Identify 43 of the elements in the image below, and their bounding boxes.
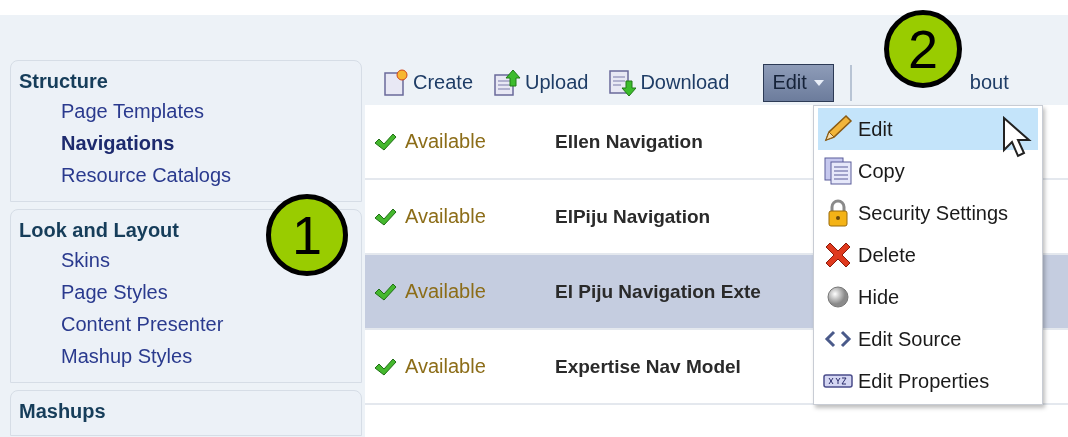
- checkmark-icon: [373, 281, 397, 302]
- sidebar-item[interactable]: Page Styles: [19, 276, 353, 308]
- download-icon: [608, 68, 637, 97]
- new-document-icon: [383, 68, 409, 97]
- menu-item[interactable]: Edit Properties: [818, 360, 1038, 402]
- menu-item[interactable]: Hide: [818, 276, 1038, 318]
- edit-menu-button[interactable]: Edit: [763, 63, 834, 102]
- menu-item-label: Edit Properties: [858, 369, 990, 393]
- menu-item-label: Hide: [858, 285, 900, 309]
- sidebar-item[interactable]: Content Presenter: [19, 308, 353, 340]
- toolbar-button[interactable]: Create: [379, 68, 484, 97]
- toolbar-button[interactable]: Upload: [489, 68, 599, 97]
- sidebar-item[interactable]: Resource Catalogs: [19, 159, 353, 191]
- sidebar-item[interactable]: Page Templates: [19, 95, 353, 127]
- navigation-name: Ellen Navigation: [555, 130, 703, 153]
- status-text: Available: [405, 205, 487, 228]
- sidebar-item[interactable]: Mashup Styles: [19, 340, 353, 372]
- menu-item[interactable]: Edit: [818, 108, 1038, 150]
- menu-item-label: Edit Source: [858, 327, 962, 351]
- navigation-name: El Piju Navigation Exte: [555, 280, 761, 303]
- section-heading[interactable]: Look and Layout: [19, 216, 179, 244]
- section-heading[interactable]: Structure: [19, 67, 108, 95]
- copy-icon: [822, 156, 854, 186]
- toolbar-button[interactable]: Download: [604, 68, 740, 97]
- navigation-name: Expertise Nav Model: [555, 355, 741, 378]
- toolbar-link[interactable]: bout: [969, 71, 1009, 94]
- caret-icon: [812, 78, 825, 87]
- section-heading[interactable]: Mashups: [19, 397, 106, 425]
- sidebar-item[interactable]: Navigations: [19, 127, 353, 159]
- mouse-pointer-icon: [1002, 116, 1032, 160]
- status-text: Available: [405, 130, 487, 153]
- menu-item-label: Edit: [858, 117, 893, 141]
- checkmark-icon: [373, 206, 397, 227]
- navigation-name: ElPiju Navigation: [555, 205, 711, 228]
- checkmark-icon: [373, 131, 397, 152]
- status-text: Available: [405, 355, 487, 378]
- pencil-icon: [822, 114, 854, 144]
- menu-item[interactable]: Security Settings: [818, 192, 1038, 234]
- menu-item-label: Copy: [858, 159, 905, 183]
- checkmark-icon: [373, 356, 397, 377]
- menu-item-label: Security Settings: [858, 201, 1009, 225]
- status-text: Available: [405, 280, 487, 303]
- upload-icon: [493, 68, 522, 97]
